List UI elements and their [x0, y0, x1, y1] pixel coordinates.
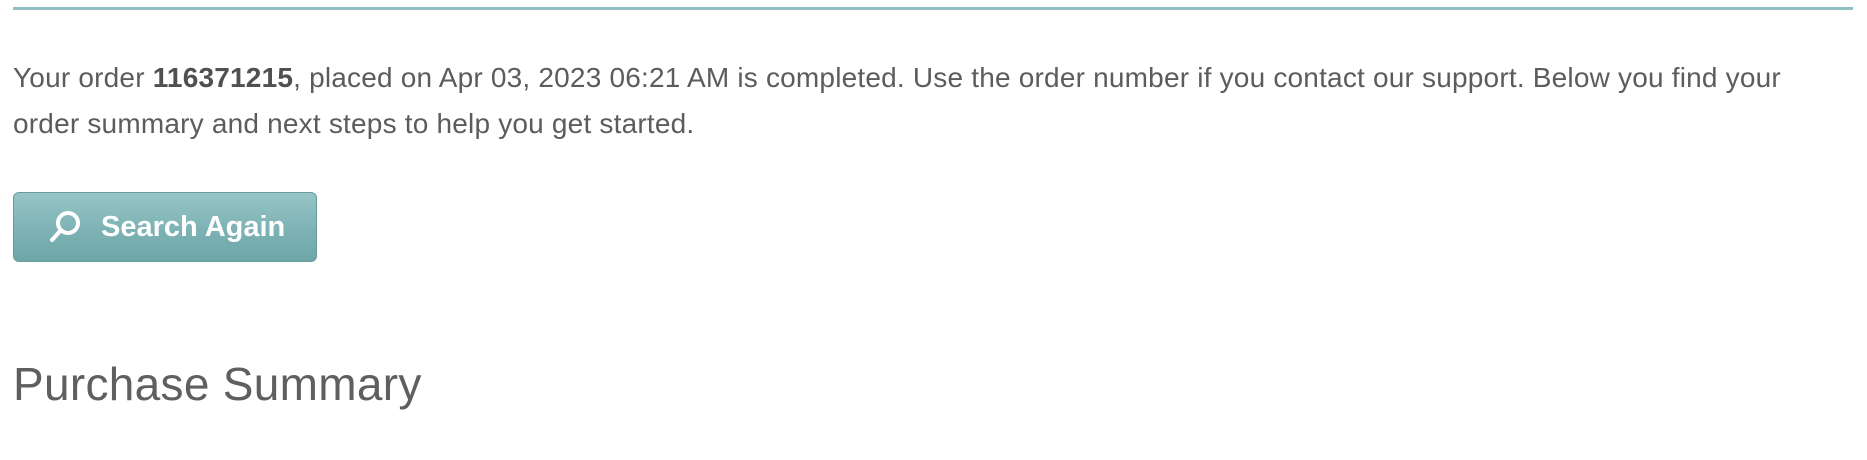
order-confirmation-message: Your order 116371215, placed on Apr 03, …	[13, 55, 1833, 147]
purchase-summary-title: Purchase Summary	[13, 358, 422, 410]
order-message-prefix: Your order	[13, 62, 153, 93]
search-again-button[interactable]: Search Again	[13, 192, 317, 262]
order-number: 116371215	[152, 62, 294, 93]
search-again-label: Search Again	[101, 210, 286, 243]
search-icon	[47, 209, 83, 245]
top-divider	[13, 7, 1853, 10]
